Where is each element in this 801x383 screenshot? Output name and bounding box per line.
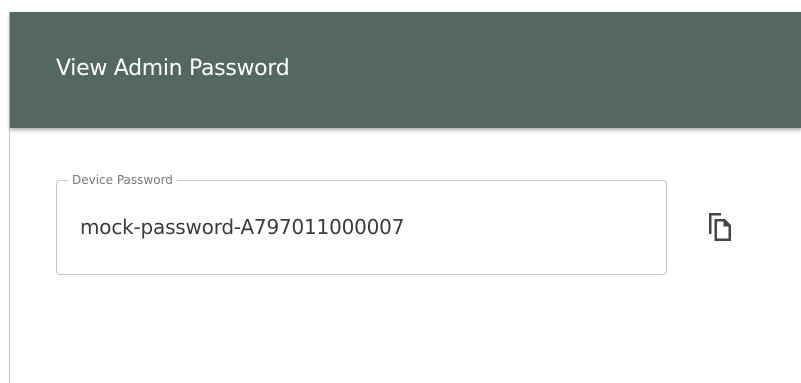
device-password-value[interactable]: mock-password-A797011000007 [80, 214, 404, 240]
dialog-header: View Admin Password [10, 12, 801, 128]
device-password-field[interactable]: Device Password mock-password-A797011000… [56, 172, 667, 275]
device-password-label: Device Password [68, 172, 177, 188]
page: View Admin Password Device Password mock… [0, 0, 801, 383]
admin-password-dialog: View Admin Password Device Password mock… [9, 12, 801, 383]
dialog-title: View Admin Password [56, 56, 290, 81]
copy-icon [709, 213, 731, 241]
copy-password-button[interactable] [698, 205, 742, 249]
top-strip [0, 0, 801, 12]
